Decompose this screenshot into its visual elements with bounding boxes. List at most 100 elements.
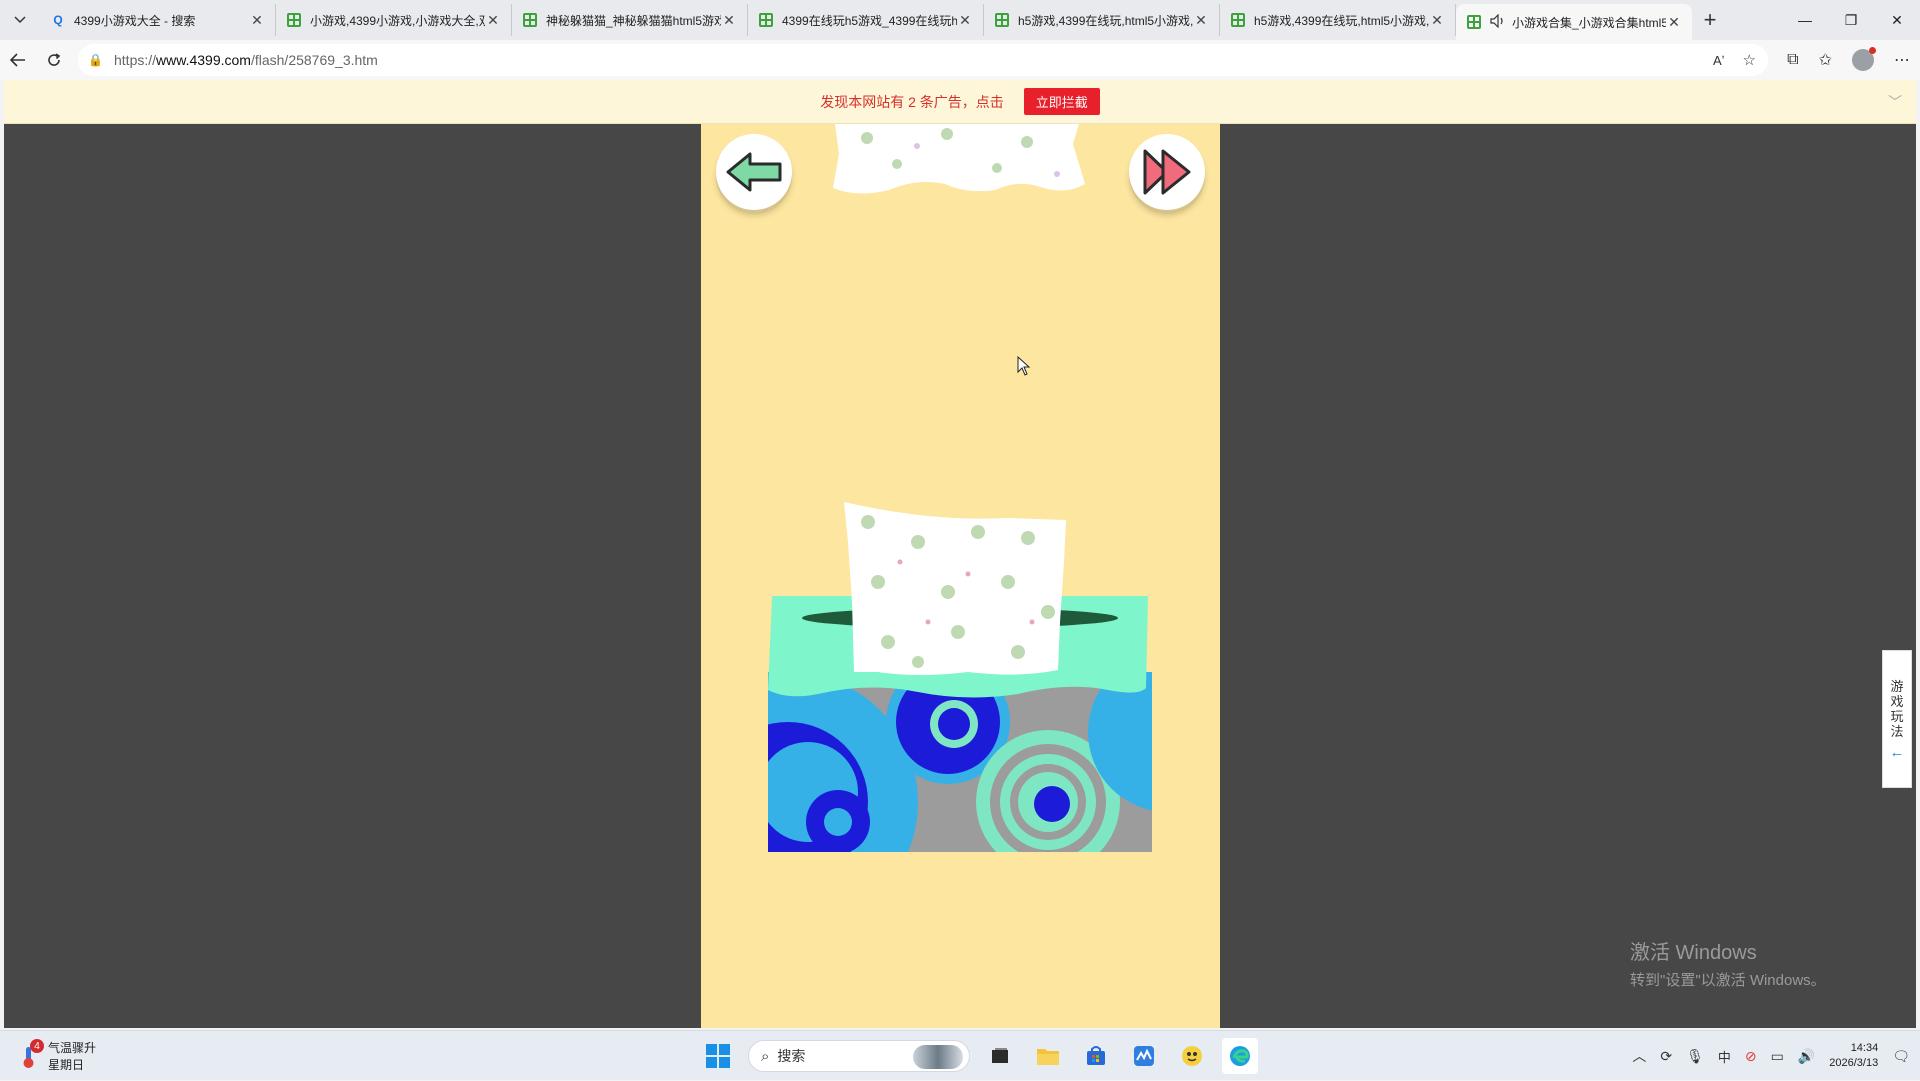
profile-avatar[interactable] — [1852, 47, 1876, 71]
minimize-icon[interactable]: — — [1782, 0, 1828, 40]
tab-title: 4399在线玩h5游戏_4399在线玩h5 — [782, 13, 957, 28]
tab-title: 小游戏合集_小游戏合集html5 — [1512, 15, 1666, 30]
search-icon: ⌕ — [761, 1047, 770, 1065]
microphone-icon[interactable]: 🎙 — [1686, 1048, 1704, 1065]
ad-notice-bar: 发现本网站有 2 条广告，点击 立即拦截 ﹀ — [4, 80, 1916, 124]
green-back-arrow-icon — [726, 152, 782, 192]
tab-title: h5游戏,4399在线玩,html5小游戏, — [1018, 13, 1193, 28]
game-guide-panel[interactable]: 游 戏 玩 法 ← — [1882, 650, 1912, 788]
watermark-subtitle: 转到"设置"以激活 Windows。 — [1630, 972, 1826, 989]
refresh-icon[interactable] — [36, 42, 72, 78]
tab-title: 4399小游戏大全 - 搜索 — [74, 13, 196, 28]
edge-browser-icon[interactable] — [1222, 1038, 1258, 1074]
close-tab-icon[interactable]: ✕ — [1429, 12, 1445, 29]
close-tab-icon[interactable]: ✕ — [485, 12, 501, 29]
tab-h5-games-2[interactable]: h5游戏,4399在线玩,html5小游戏, ✕ — [1220, 4, 1456, 36]
tab-title: 神秘躲猫猫_神秘躲猫猫html5游戏 — [546, 13, 721, 28]
block-ads-button[interactable]: 立即拦截 — [1023, 88, 1100, 115]
window-controls: — ❐ ✕ — [1782, 0, 1920, 40]
input-method-icon[interactable]: 中 — [1718, 1047, 1731, 1066]
url-path: /flash/258769_3.htm — [250, 52, 378, 68]
close-tab-icon[interactable]: ✕ — [721, 12, 737, 29]
lock-icon[interactable]: 🔒 — [88, 53, 106, 67]
chevron-up-icon[interactable]: ︿ — [1632, 1046, 1646, 1066]
antivirus-icon[interactable]: ⊘ — [1745, 1048, 1757, 1065]
tab-actions-menu[interactable] — [0, 0, 40, 40]
tab-h5-games-1[interactable]: h5游戏,4399在线玩,html5小游戏, ✕ — [984, 4, 1220, 36]
close-tab-icon[interactable]: ✕ — [1193, 12, 1209, 29]
read-aloud-icon[interactable]: Aʼ — [1713, 53, 1725, 68]
clock[interactable]: 14:34 2026/3/13 — [1829, 1041, 1878, 1071]
speaker-icon[interactable] — [1490, 13, 1506, 31]
taskbar-search[interactable]: ⌕ 搜索 — [748, 1040, 970, 1072]
toolbar-right: ⧉ ✩ ⋯ — [1787, 40, 1910, 80]
4399-favicon-icon — [286, 12, 302, 28]
game-canvas[interactable] — [701, 124, 1220, 1028]
extensions-icon[interactable]: ⧉ — [1787, 51, 1798, 69]
clock-time: 14:34 — [1850, 1042, 1879, 1054]
tissue-box — [768, 502, 1152, 852]
guide-char: 戏 — [1890, 694, 1904, 709]
tab-search[interactable]: Q 4399小游戏大全 - 搜索 ✕ — [40, 4, 276, 36]
activation-watermark: 激活 Windows 转到"设置"以激活 Windows。 — [1630, 936, 1826, 990]
weather-day: 星期日 — [48, 1058, 85, 1072]
thermometer-icon: 4 — [18, 1039, 44, 1069]
task-view-icon[interactable] — [982, 1038, 1018, 1074]
restore-icon[interactable]: ❐ — [1828, 0, 1874, 40]
close-window-icon[interactable]: ✕ — [1874, 0, 1920, 40]
back-icon[interactable] — [0, 42, 36, 78]
taskbar: 4 气温骤升 星期日 ⌕ 搜索 ︿ ⟳ 🎙 中 ⊘ ▭ 🔊 14:34 2026… — [0, 1030, 1920, 1080]
close-tab-icon[interactable]: ✕ — [957, 12, 973, 29]
game-app-icon[interactable] — [1174, 1038, 1210, 1074]
whiteboard-icon[interactable] — [1126, 1038, 1162, 1074]
url-field[interactable]: 🔒 https://www.4399.com/flash/258769_3.ht… — [78, 44, 1768, 76]
favorites-icon[interactable]: ✩ — [1819, 50, 1832, 70]
mouse-cursor-icon — [1017, 356, 1031, 376]
close-tab-icon[interactable]: ✕ — [249, 12, 265, 29]
tab-bar: Q 4399小游戏大全 - 搜索 ✕ 小游戏,4399小游戏,小游戏大全,双 ✕… — [0, 0, 1920, 40]
tissue-top-fragment — [833, 124, 1085, 194]
tab-hide-seek[interactable]: 神秘躲猫猫_神秘躲猫猫html5游戏 ✕ — [512, 4, 748, 36]
skip-button[interactable] — [1129, 134, 1205, 210]
4399-favicon-icon — [994, 12, 1010, 28]
search-favicon-icon: Q — [53, 13, 63, 27]
back-button[interactable] — [716, 134, 792, 210]
weather-badge: 4 — [30, 1039, 44, 1053]
favorite-star-icon[interactable]: ☆ — [1743, 51, 1756, 69]
weather-widget[interactable]: 4 气温骤升 星期日 — [18, 1039, 96, 1073]
sync-icon[interactable]: ⟳ — [1660, 1048, 1672, 1065]
clock-date: 2026/3/13 — [1829, 1057, 1879, 1069]
search-highlight-image — [913, 1045, 963, 1069]
red-fast-forward-icon — [1143, 149, 1191, 195]
guide-char: 法 — [1890, 724, 1904, 739]
more-menu-icon[interactable]: ⋯ — [1894, 50, 1910, 70]
url-actions: Aʼ ☆ — [1713, 44, 1756, 76]
tab-h5-online[interactable]: 4399在线玩h5游戏_4399在线玩h5 ✕ — [748, 4, 984, 36]
watermark-title: 激活 Windows — [1630, 942, 1757, 964]
arrow-left-icon[interactable]: ← — [1890, 745, 1905, 760]
guide-char: 游 — [1890, 679, 1904, 694]
close-tab-icon[interactable]: ✕ — [1666, 14, 1682, 31]
taskbar-search-placeholder: 搜索 — [777, 1048, 806, 1064]
tab-4399-home[interactable]: 小游戏,4399小游戏,小游戏大全,双 ✕ — [276, 4, 512, 36]
guide-char: 玩 — [1890, 709, 1904, 724]
4399-favicon-icon — [758, 12, 774, 28]
network-icon[interactable]: ▭ — [1771, 1048, 1784, 1065]
store-icon[interactable] — [1078, 1038, 1114, 1074]
url-prefix: https:// — [114, 52, 157, 68]
4399-favicon-icon — [1466, 14, 1482, 30]
new-tab-button[interactable]: + — [1692, 7, 1728, 33]
volume-icon[interactable]: 🔊 — [1798, 1048, 1815, 1065]
chevron-down-icon[interactable]: ﹀ — [1888, 92, 1902, 112]
tab-title: h5游戏,4399在线玩,html5小游戏, — [1254, 13, 1429, 28]
ad-notice-text: 发现本网站有 2 条广告，点击 — [820, 93, 1004, 110]
tab-collection-active[interactable]: 小游戏合集_小游戏合集html5 ✕ — [1456, 4, 1692, 40]
file-explorer-icon[interactable] — [1030, 1038, 1066, 1074]
windows-start-icon[interactable] — [700, 1038, 736, 1074]
4399-favicon-icon — [1230, 12, 1246, 28]
page-content: 游 戏 玩 法 ← — [4, 124, 1916, 1028]
notification-icon[interactable]: 🗨 — [1892, 1048, 1910, 1065]
taskbar-apps: ⌕ 搜索 — [700, 1038, 1258, 1074]
system-tray: ︿ ⟳ 🎙 中 ⊘ ▭ 🔊 14:34 2026/3/13 🗨 — [1632, 1031, 1910, 1081]
weather-text: 气温骤升 — [48, 1041, 97, 1055]
